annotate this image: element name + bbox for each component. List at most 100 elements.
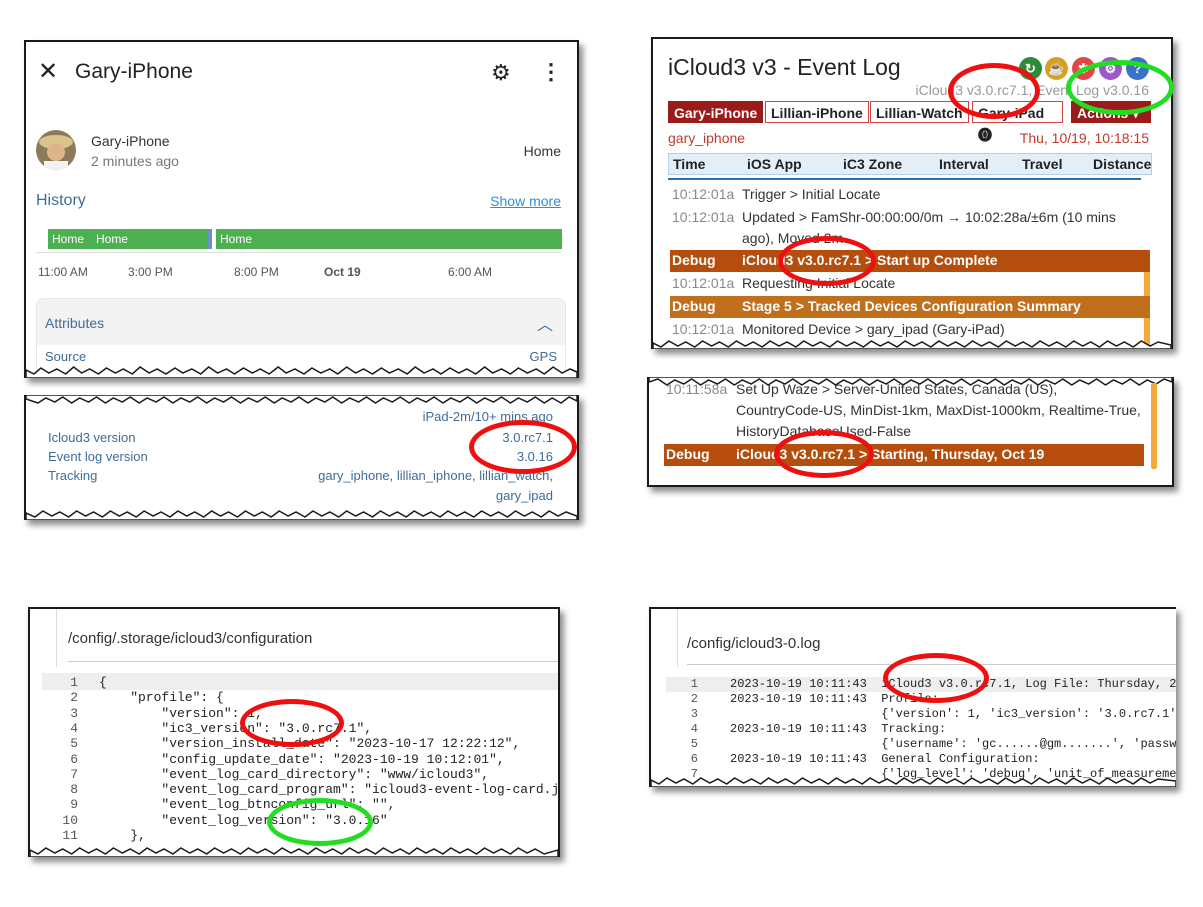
line-number: 6 [690, 752, 698, 766]
log-text: Set Up Waze > Server-United States, Cana… [736, 381, 1141, 439]
gear-icon[interactable]: ⚙ [491, 61, 511, 85]
line-number: 2 [690, 692, 698, 706]
torn-edge [30, 847, 558, 857]
divider [677, 609, 678, 667]
attributes-heading[interactable]: Attributes [45, 315, 104, 331]
history-heading: History [36, 192, 86, 209]
state-value: Home [523, 143, 561, 159]
code-text: "version": 1, [99, 705, 263, 721]
show-more-link[interactable]: Show more [490, 193, 561, 209]
torn-edge [26, 395, 577, 404]
dialog-title: Gary-iPhone [75, 60, 193, 83]
log-time: Debug [666, 446, 710, 462]
chevron-down-icon: ▾ [1132, 105, 1140, 121]
history-segment[interactable]: Home [216, 229, 562, 249]
divider [687, 664, 1176, 665]
code-text: "ic3_version": "3.0.rc7.1", [99, 720, 373, 736]
device-button-label: Gary-iPad [978, 105, 1045, 121]
code-text: }, [99, 828, 146, 843]
history-gap [208, 229, 212, 249]
history-segment[interactable]: Home [92, 229, 208, 249]
attribute-label: Event log version [48, 449, 148, 464]
line-number: 3 [70, 705, 78, 721]
code-text: { [99, 675, 107, 690]
log-row: 10:12:01a Updated > FamShr-00:00:00/0m → … [670, 207, 1150, 249]
log-time: 10:12:01a [672, 321, 735, 337]
log-text: 2023-10-19 10:11:43 Profile: [730, 692, 939, 706]
device-button-gary-iphone[interactable]: Gary-iPhone [668, 101, 764, 123]
device-button-lillian-iphone[interactable]: Lillian-iPhone [765, 101, 869, 123]
chevron-up-icon[interactable]: ︿ [537, 311, 553, 335]
line-number: 8 [70, 782, 78, 798]
log-time: 10:12:01a [672, 275, 735, 291]
log-row: 10:12:01a Trigger > Initial Locate [670, 184, 1150, 205]
log-time: 10:11:58a [666, 381, 728, 397]
close-icon[interactable]: ✕ [38, 60, 58, 84]
entity-dialog: ✕ Gary-iPhone ⚙ ⋮ Gary-iPhone 2 minutes … [24, 40, 579, 378]
file-path: /config/.storage/icloud3/configuration [68, 630, 313, 647]
more-options-icon[interactable]: ⋮ [540, 60, 562, 84]
log-text: {'version': 1, 'ic3_version': '3.0.rc7.1… [881, 707, 1176, 721]
attributes-continuation: iPad-2m/10+ mins ago Icloud3 version 3.0… [24, 395, 579, 520]
log-text: Monitored Device > gary_ipad (Gary-iPad) [742, 321, 1005, 337]
code-text: "version_install_date": "2023-10-17 12:2… [99, 736, 521, 752]
scrollbar[interactable] [1151, 383, 1157, 469]
log-timestamp: Thu, 10/19, 10:18:15 [1019, 130, 1149, 146]
log-file-viewer: /config/icloud3-0.log 1 2023-10-19 10:11:… [649, 607, 1176, 787]
history-segment[interactable]: Home [48, 229, 93, 249]
header-divider [668, 178, 1141, 180]
settings-icon[interactable]: ⚙ [1099, 57, 1122, 80]
log-text: Updated > FamShr-00:00:00/0m → 10:02:28a… [742, 209, 1116, 246]
attribute-value: gary_iphone, lillian_iphone, lillian_wat… [318, 468, 553, 483]
attribute-label: Icloud3 version [48, 430, 136, 445]
actions-label: Actions [1077, 105, 1129, 121]
last-changed: 2 minutes ago [91, 153, 179, 169]
bug-icon[interactable]: ✱ [1072, 57, 1095, 80]
line-number: 7 [70, 766, 78, 782]
version-line: iCloud3 v3.0.rc7.1, Event Log v3.0.16 [915, 82, 1149, 98]
coffee-icon[interactable]: ☕ [1045, 57, 1068, 80]
torn-edge [26, 366, 577, 378]
divider [56, 609, 57, 667]
device-button-lillian-watch[interactable]: Lillian-Watch [870, 101, 969, 123]
line-number: 5 [690, 737, 698, 751]
event-log-card: iCloud3 v3 - Event Log ↻ ☕ ✱ ⚙ ? iCloud3… [651, 37, 1173, 349]
selected-device: gary_iphone [668, 130, 746, 146]
event-log-title: iCloud3 v3 - Event Log [668, 54, 901, 80]
attribute-label: Tracking [48, 468, 98, 483]
gps-icon: ⓿ [978, 127, 992, 143]
avatar [36, 130, 76, 170]
code-text: "profile": { [99, 690, 224, 706]
log-time: Debug [672, 252, 716, 268]
log-row: 10:11:58a Set Up Waze > Server-United Sta… [664, 379, 1144, 443]
device-button-gary-ipad[interactable]: Gary-iPad ⓿ [972, 101, 1063, 143]
timeline-axis [36, 252, 561, 253]
refresh-icon[interactable]: ↻ [1019, 57, 1042, 80]
attribute-label: Source [45, 349, 87, 364]
code-text: "event_log_card_directory": "www/icloud3… [99, 766, 490, 782]
line-number: 9 [70, 797, 78, 813]
log-table-header: Time iOS App iC3 Zone Interval Travel Di… [668, 153, 1152, 175]
line-number: 4 [70, 720, 78, 736]
actions-button[interactable]: Actions ▾ [1071, 101, 1151, 123]
line-number: 5 [70, 736, 78, 752]
log-text: 2023-10-19 10:11:43 iCloud3 v3.0.rc7.1, … [730, 677, 1176, 691]
event-log-continuation: 10:11:58a Set Up Waze > Server-United Sta… [647, 377, 1174, 487]
config-file-viewer: /config/.storage/icloud3/configuration 1… [28, 607, 560, 857]
column-header: Travel [1022, 156, 1063, 172]
torn-edge [26, 510, 577, 520]
code-text: "event_log_version": "3.0.16" [99, 812, 388, 828]
log-text: iCloud3 v3.0.rc7.1 > Starting, Thursday,… [736, 446, 1045, 462]
log-time: 10:12:01a [672, 209, 735, 225]
attribute-value: iPad-2m/10+ mins ago [422, 409, 553, 424]
help-icon[interactable]: ? [1126, 57, 1149, 80]
code-text: "event_log_card_program": "icloud3-event… [99, 782, 560, 798]
log-row: 10:12:01a Requesting Initial Locate [670, 273, 1150, 294]
line-number: 10 [62, 812, 78, 828]
log-text: 2023-10-19 10:11:43 Tracking: [730, 722, 947, 736]
line-number: 2 [70, 690, 78, 706]
log-text: Requesting Initial Locate [742, 275, 896, 291]
time-tick: 3:00 PM [128, 265, 173, 279]
log-text: {'username': 'gc......@gm.......', 'pass… [881, 737, 1176, 751]
attribute-value: GPS [529, 349, 557, 364]
